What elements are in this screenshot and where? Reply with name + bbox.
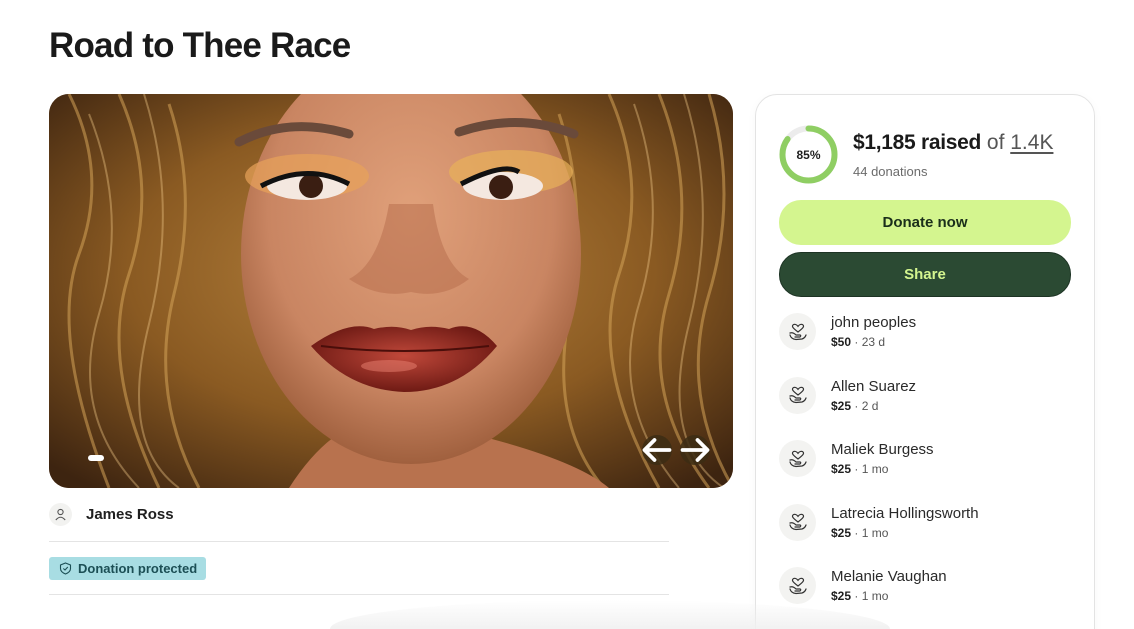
donor-avatar: [779, 440, 816, 477]
arrow-left-icon: [642, 438, 672, 462]
donate-now-button[interactable]: Donate now: [779, 200, 1071, 245]
donor-name: Latrecia Hollingsworth: [831, 504, 979, 522]
donor-time: · 2 d: [851, 398, 879, 413]
donor-name: Maliek Burgess: [831, 441, 934, 458]
progress-ring: 85%: [778, 124, 839, 185]
donor-name: Melanie Vaughan: [831, 568, 947, 585]
donor-meta: $25 · 1 mo: [831, 462, 934, 476]
user-icon: [55, 508, 66, 521]
donation-protected-badge[interactable]: Donation protected: [49, 557, 207, 580]
carousel-indicator: [88, 455, 104, 461]
fundraiser-page: Road to Thee Race James Ross Donation pr…: [0, 0, 1134, 629]
donor-name: Allen Suarez: [831, 377, 917, 395]
page-title: Road to Thee Race: [49, 26, 351, 65]
donor-amount: $50: [831, 335, 852, 349]
donor-item[interactable]: Allen Suarez $25 · 2 d: [779, 376, 1069, 421]
arrow-right-icon: [680, 438, 710, 462]
amount-raised-line: $1,185 raised of 1.4K: [853, 131, 1053, 155]
heart-hand-icon: [788, 323, 807, 340]
donor-text: john peoples $50 · 23 d: [831, 313, 916, 349]
heart-hand-icon: [788, 577, 807, 594]
donor-avatar: [779, 313, 816, 350]
donor-time: · 23 d: [851, 335, 886, 349]
badge-label: Donation protected: [78, 561, 198, 576]
donor-time: · 1 mo: [851, 462, 889, 476]
carousel-prev-button[interactable]: [642, 435, 672, 465]
donor-meta: $25 · 1 mo: [831, 526, 979, 540]
divider: [49, 594, 669, 595]
progress-percent: 85%: [796, 147, 821, 162]
donor-text: Latrecia Hollingsworth $25 · 1 mo: [831, 504, 979, 540]
donation-count: 44 donations: [853, 164, 928, 179]
donor-avatar: [779, 567, 816, 604]
carousel-dot-active[interactable]: [88, 455, 104, 461]
goal-amount[interactable]: 1.4K: [1010, 131, 1053, 154]
donor-meta: $25 · 1 mo: [831, 589, 947, 603]
donor-amount: $25: [831, 525, 852, 540]
avatar: [49, 503, 72, 526]
donor-time: · 1 mo: [851, 525, 889, 540]
donor-item[interactable]: john peoples $50 · 23 d: [779, 313, 1069, 357]
donor-item[interactable]: Melanie Vaughan $25 · 1 mo: [779, 567, 1069, 611]
amount-of-label: of: [986, 131, 1005, 154]
heart-hand-icon: [788, 513, 807, 531]
donor-amount: $25: [831, 589, 852, 603]
share-button[interactable]: Share: [779, 252, 1071, 297]
donor-amount: $25: [831, 462, 852, 476]
donor-text: Maliek Burgess $25 · 1 mo: [831, 440, 934, 476]
donor-avatar: [779, 503, 816, 541]
donor-avatar: [779, 376, 816, 414]
amount-raised: $1,185 raised: [853, 131, 982, 154]
carousel-next-button[interactable]: [680, 435, 710, 465]
organizer[interactable]: James Ross: [49, 503, 174, 526]
heart-hand-icon: [788, 386, 807, 404]
donor-name: john peoples: [831, 314, 917, 331]
hero-image-carousel[interactable]: [49, 94, 733, 488]
divider: [49, 541, 669, 542]
donor-text: Allen Suarez $25 · 2 d: [831, 377, 916, 413]
hero-image: [49, 94, 733, 488]
shield-icon: [59, 562, 72, 575]
donor-text: Melanie Vaughan $25 · 1 mo: [831, 567, 947, 603]
donation-card: 85% $1,185 raised of 1.4K 44 donations D…: [755, 94, 1095, 629]
organizer-name: James Ross: [86, 506, 174, 523]
donor-time: · 1 mo: [851, 589, 889, 603]
donor-meta: $50 · 23 d: [831, 335, 916, 349]
donor-amount: $25: [831, 398, 852, 413]
heart-hand-icon: [788, 450, 807, 467]
donor-item[interactable]: Latrecia Hollingsworth $25 · 1 mo: [779, 503, 1069, 548]
donor-meta: $25 · 2 d: [831, 399, 916, 413]
donor-item[interactable]: Maliek Burgess $25 · 1 mo: [779, 440, 1069, 484]
